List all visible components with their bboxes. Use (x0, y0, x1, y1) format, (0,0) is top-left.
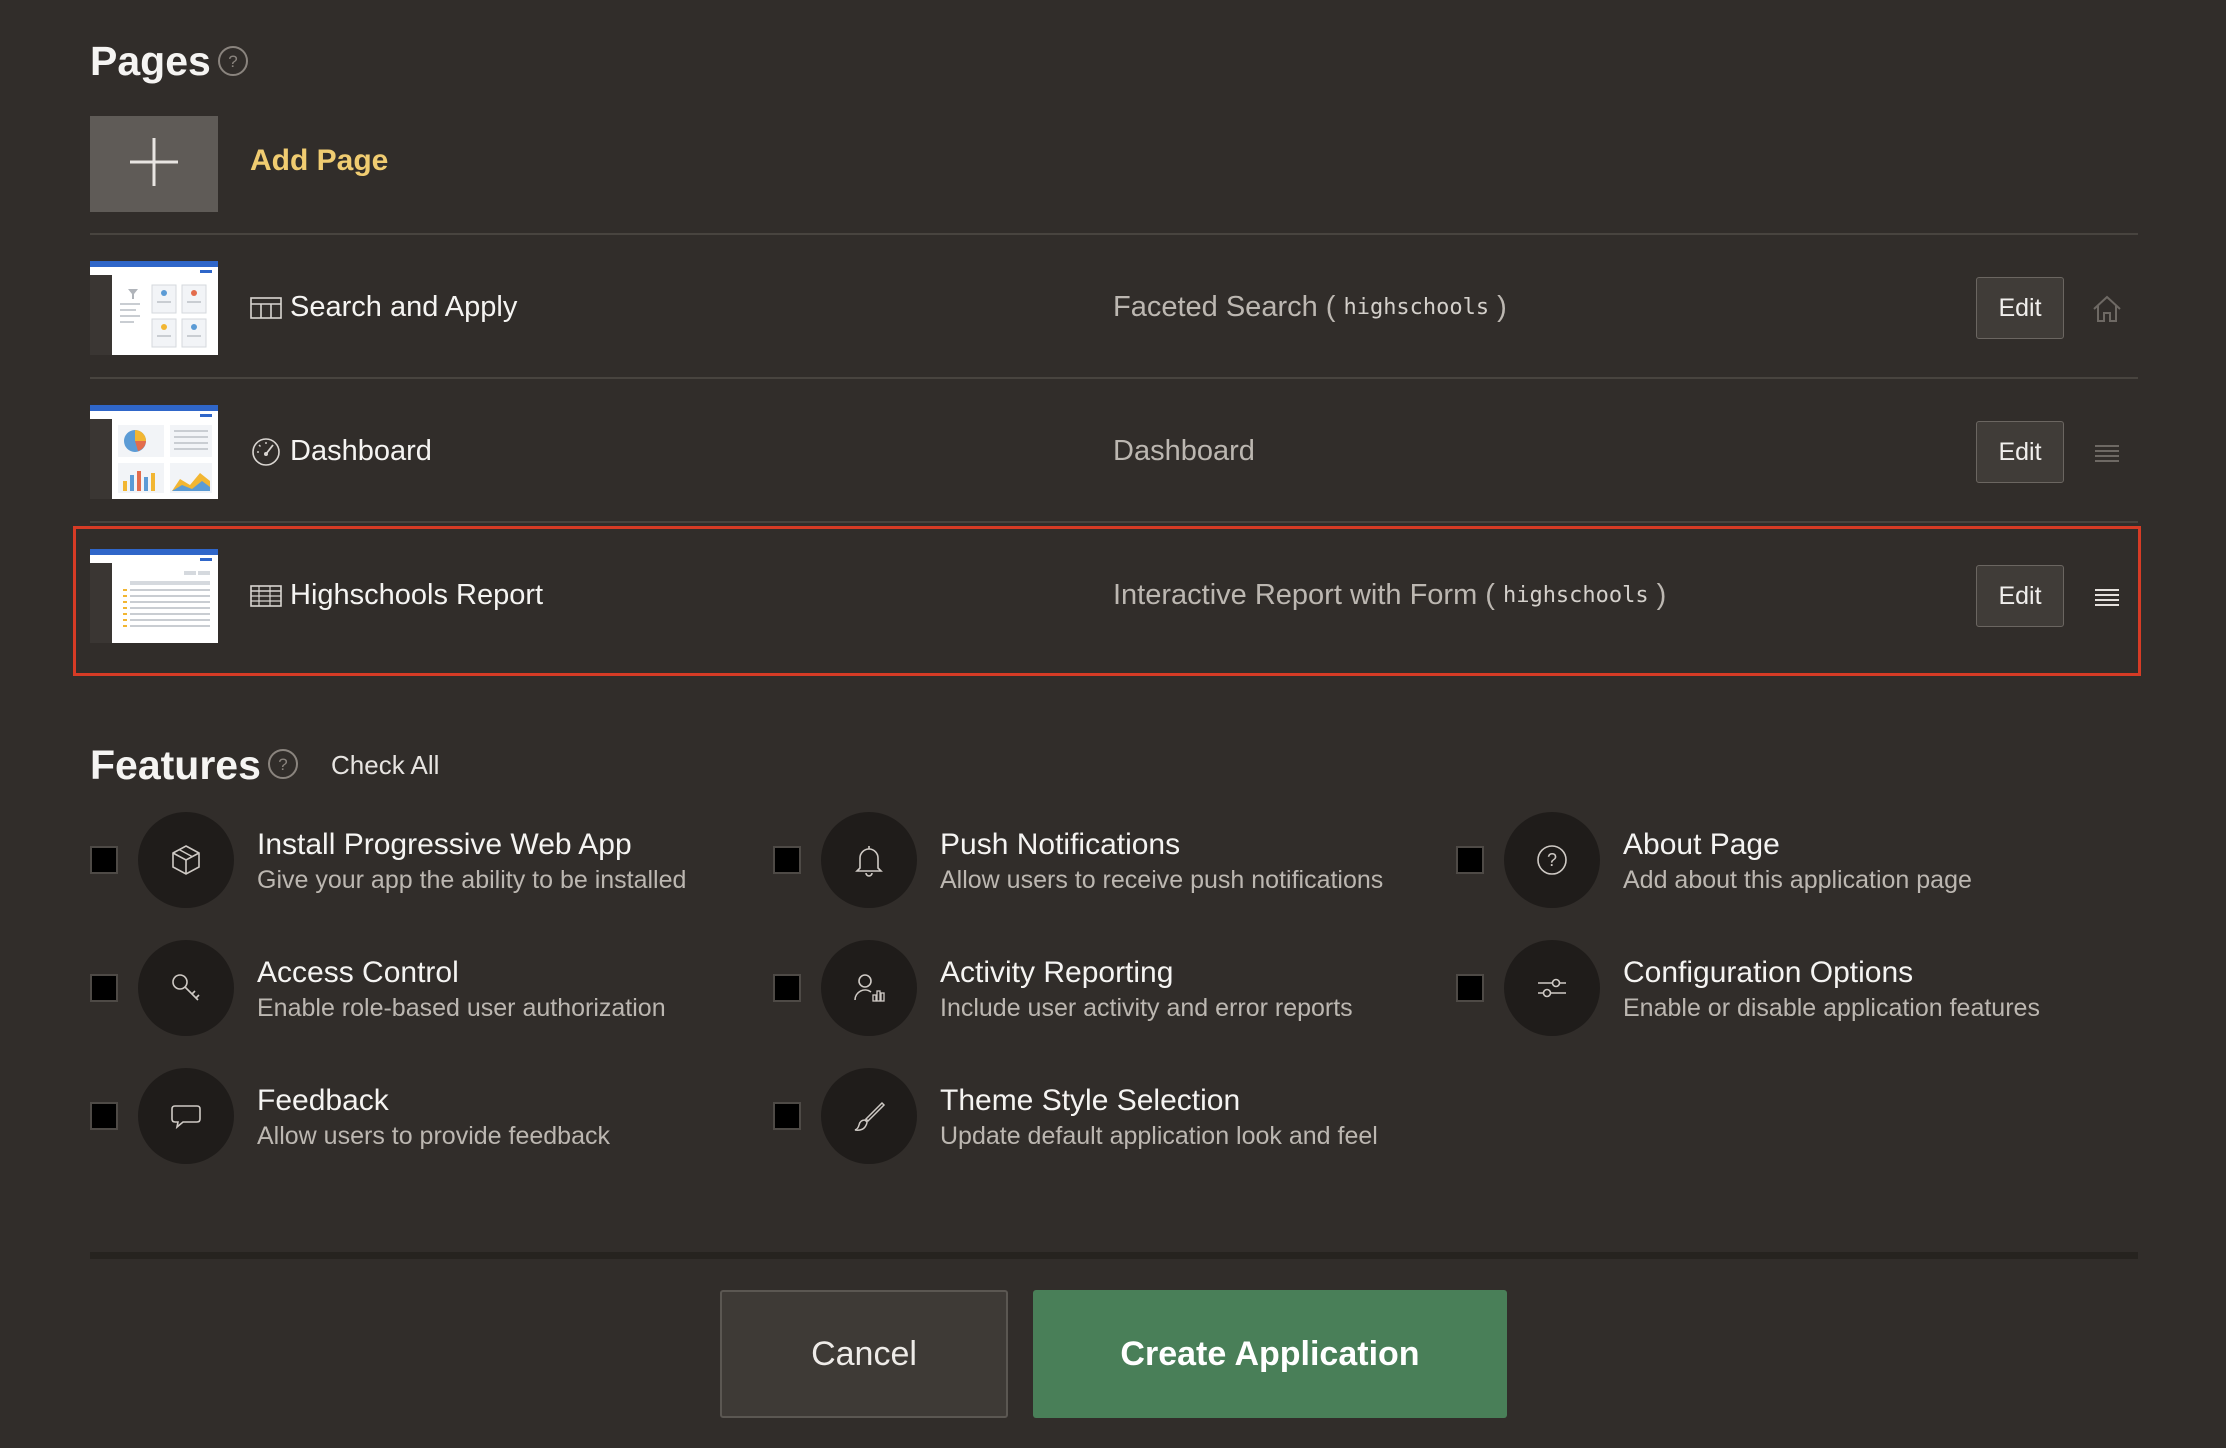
question-icon: ? (1504, 812, 1600, 908)
feature-checkbox[interactable] (773, 1102, 801, 1130)
feature-activity-reporting: Activity Reporting Include user activity… (773, 938, 1433, 1038)
pages-heading: Pages (90, 38, 211, 84)
svg-text:?: ? (228, 52, 237, 71)
page-type-close: ) (1497, 291, 1507, 323)
feature-checkbox[interactable] (90, 1102, 118, 1130)
user-chart-icon (821, 940, 917, 1036)
page-type: Dashboard (1113, 435, 1255, 467)
help-circle-icon[interactable]: ? (267, 748, 299, 780)
create-application-button[interactable]: Create Application (1033, 1290, 1507, 1418)
feature-title: Feedback (257, 1084, 389, 1117)
plus-icon (128, 136, 180, 193)
divider (90, 521, 2138, 523)
gauge-icon (250, 436, 282, 468)
feature-access-control: Access Control Enable role-based user au… (90, 938, 750, 1038)
feature-checkbox[interactable] (1456, 846, 1484, 874)
dashboard-thumbnail (90, 405, 218, 499)
add-page-link[interactable]: Add Page (250, 144, 388, 178)
page-name: Search and Apply (290, 291, 518, 323)
feature-title: Configuration Options (1623, 956, 1914, 989)
feature-checkbox[interactable] (90, 974, 118, 1002)
feature-title: About Page (1623, 828, 1780, 861)
feature-checkbox[interactable] (773, 974, 801, 1002)
footer-divider (90, 1252, 2138, 1259)
feature-description: Give your app the ability to be installe… (257, 866, 687, 894)
features-heading: Features (90, 742, 261, 788)
divider (90, 233, 2138, 235)
page-type: Faceted Search ( (1113, 291, 1336, 323)
sliders-icon (1504, 940, 1600, 1036)
check-all-link[interactable]: Check All (331, 750, 439, 781)
brush-icon (821, 1068, 917, 1164)
feature-title: Push Notifications (940, 828, 1181, 861)
svg-text:?: ? (278, 755, 287, 774)
page-row-search-and-apply: Search and Apply Faceted Search ( highsc… (90, 237, 2138, 379)
edit-button[interactable]: Edit (1976, 277, 2064, 339)
feature-title: Access Control (257, 956, 459, 989)
home-icon (2091, 295, 2123, 323)
feature-checkbox[interactable] (90, 846, 118, 874)
add-page-tile[interactable] (90, 116, 218, 212)
bell-icon (821, 812, 917, 908)
speech-bubble-icon (138, 1068, 234, 1164)
feature-description: Enable role-based user authorization (257, 994, 666, 1022)
feature-title: Activity Reporting (940, 956, 1174, 989)
key-icon (138, 940, 234, 1036)
feature-title: Install Progressive Web App (257, 828, 632, 861)
feature-description: Include user activity and error reports (940, 994, 1353, 1022)
table-name: highschools (1343, 295, 1490, 320)
feature-description: Add about this application page (1623, 866, 1972, 894)
feature-description: Allow users to provide feedback (257, 1122, 610, 1150)
feature-theme-style-selection: Theme Style Selection Update default app… (773, 1066, 1433, 1166)
feature-checkbox[interactable] (1456, 974, 1484, 1002)
faceted-search-thumbnail (90, 261, 218, 355)
selection-highlight (73, 526, 2141, 676)
feature-install-pwa: Install Progressive Web App Give your ap… (90, 810, 750, 910)
faceted-grid-icon (250, 296, 282, 319)
feature-about-page: ? About Page Add about this application … (1456, 810, 2116, 910)
box-icon (138, 812, 234, 908)
page-row-dashboard: Dashboard Dashboard Edit (90, 381, 2138, 523)
edit-button[interactable]: Edit (1976, 421, 2064, 483)
feature-description: Update default application look and feel (940, 1122, 1378, 1150)
cancel-button[interactable]: Cancel (720, 1290, 1008, 1418)
feature-push-notifications: Push Notifications Allow users to receiv… (773, 810, 1433, 910)
feature-feedback: Feedback Allow users to provide feedback (90, 1066, 750, 1166)
feature-title: Theme Style Selection (940, 1084, 1241, 1117)
feature-description: Allow users to receive push notification… (940, 866, 1384, 894)
divider (90, 377, 2138, 379)
svg-text:?: ? (1547, 850, 1557, 870)
page-name: Dashboard (290, 435, 432, 467)
feature-configuration-options: Configuration Options Enable or disable … (1456, 938, 2116, 1038)
feature-description: Enable or disable application features (1623, 994, 2040, 1022)
feature-checkbox[interactable] (773, 846, 801, 874)
help-circle-icon[interactable]: ? (217, 45, 249, 77)
drag-handle-icon[interactable] (2091, 439, 2123, 467)
